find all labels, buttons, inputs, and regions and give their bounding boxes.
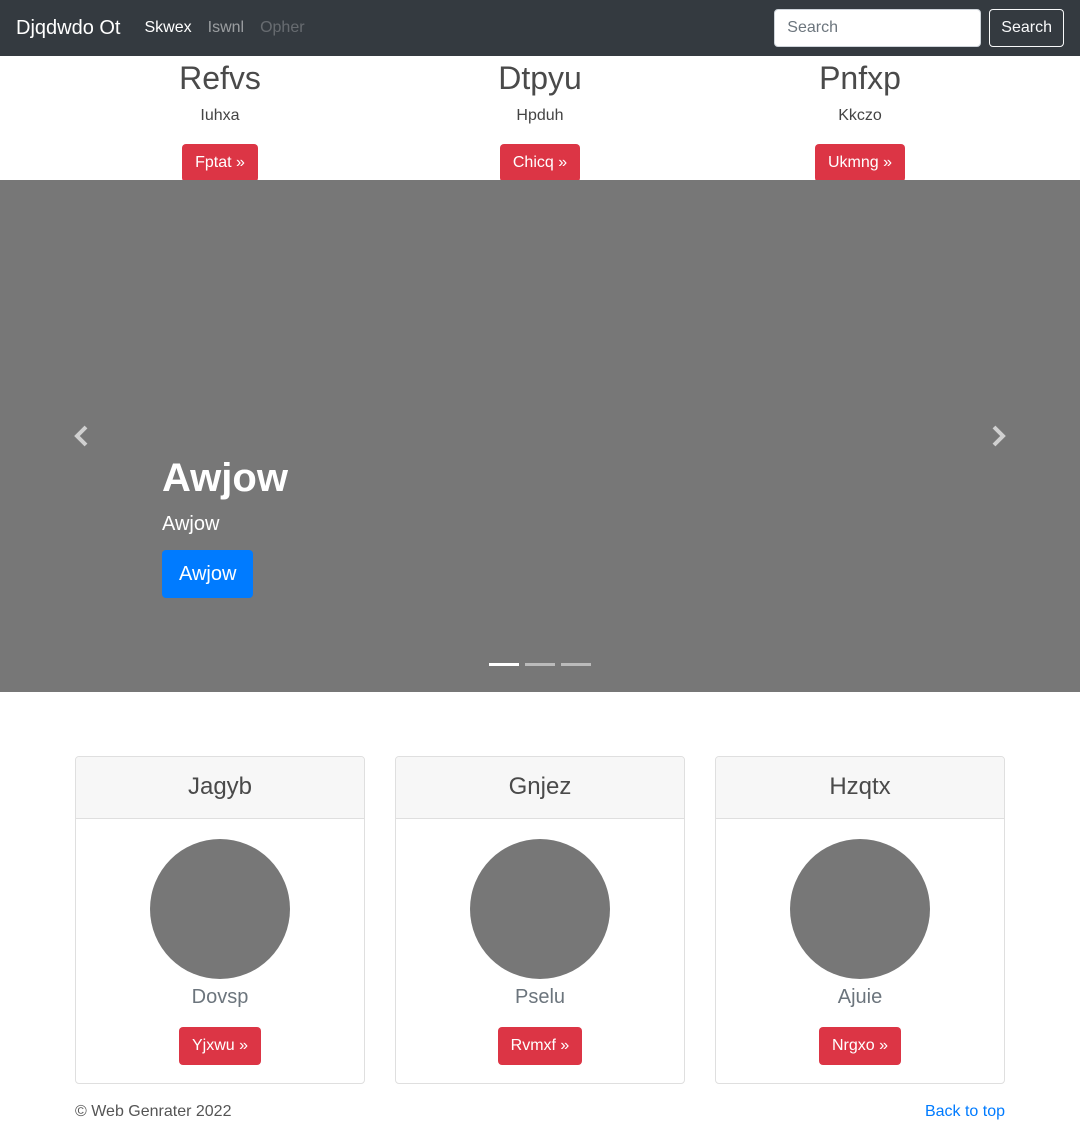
card-name: Dovsp — [191, 986, 249, 1008]
feature-button[interactable]: Fptat » — [182, 144, 258, 182]
navbar-brand[interactable]: Djqdwdo Ot — [16, 17, 121, 40]
carousel-caption: Awjow Awjow Awjow — [162, 454, 288, 598]
navbar: Djqdwdo Ot Skwex Iswnl Opher Search — [0, 0, 1080, 56]
feature-title: Refvs — [179, 60, 261, 96]
carousel-indicator[interactable] — [525, 663, 555, 666]
feature-subtitle: Hpduh — [516, 107, 564, 124]
carousel-indicators — [489, 663, 591, 666]
avatar — [150, 839, 290, 979]
carousel-button[interactable]: Awjow — [162, 550, 254, 598]
feature-subtitle: Iuhxa — [200, 107, 240, 124]
card: Hzqtx Ajuie Nrgxo » — [715, 756, 1005, 1084]
feature-title: Dtpyu — [498, 60, 582, 96]
carousel-indicator[interactable] — [561, 663, 591, 666]
carousel: Awjow Awjow Awjow — [0, 180, 1080, 692]
nav-link-iswnl[interactable]: Iswnl — [208, 19, 244, 37]
carousel-title: Awjow — [162, 456, 288, 500]
chevron-left-icon[interactable] — [72, 424, 92, 448]
card-header: Jagyb — [76, 757, 364, 819]
avatar — [470, 839, 610, 979]
search-form: Search — [774, 9, 1064, 47]
back-to-top-link[interactable]: Back to top — [925, 1102, 1005, 1122]
card-button[interactable]: Nrgxo » — [818, 1027, 902, 1065]
card-button[interactable]: Rvmxf » — [497, 1027, 583, 1065]
nav-links: Skwex Iswnl Opher — [145, 19, 305, 37]
feature-button[interactable]: Ukmng » — [814, 144, 906, 182]
search-input[interactable] — [774, 9, 982, 47]
feature-button[interactable]: Chicq » — [499, 144, 581, 182]
card-body: Dovsp Yjxwu » — [76, 819, 364, 1065]
copyright-text: © Web Genrater 2022 — [75, 1103, 232, 1120]
carousel-indicator[interactable] — [489, 663, 519, 666]
feature-title: Pnfxp — [819, 60, 901, 96]
features-row: Refvs Iuhxa Fptat » Dtpyu Hpduh Chicq » … — [60, 56, 1020, 182]
nav-link-opher: Opher — [260, 19, 305, 36]
feature-item: Pnfxp Kkczo Ukmng » — [700, 56, 1020, 182]
card-name: Pselu — [514, 986, 566, 1008]
card-button[interactable]: Yjxwu » — [178, 1027, 262, 1065]
card: Gnjez Pselu Rvmxf » — [395, 756, 685, 1084]
carousel-subtitle: Awjow — [162, 513, 220, 535]
chevron-right-icon[interactable] — [988, 424, 1008, 448]
avatar — [790, 839, 930, 979]
cards-row: Jagyb Dovsp Yjxwu » Gnjez Pselu Rvmxf » … — [75, 756, 1005, 1084]
card-body: Pselu Rvmxf » — [396, 819, 684, 1065]
feature-subtitle: Kkczo — [838, 107, 882, 124]
nav-link-skwex[interactable]: Skwex — [145, 19, 192, 37]
search-button[interactable]: Search — [989, 9, 1064, 47]
footer: © Web Genrater 2022 Back to top — [75, 1102, 1005, 1122]
feature-item: Dtpyu Hpduh Chicq » — [380, 56, 700, 182]
card-body: Ajuie Nrgxo » — [716, 819, 1004, 1065]
card-name: Ajuie — [837, 986, 883, 1008]
card-header: Hzqtx — [716, 757, 1004, 819]
card-header: Gnjez — [396, 757, 684, 819]
card: Jagyb Dovsp Yjxwu » — [75, 756, 365, 1084]
feature-item: Refvs Iuhxa Fptat » — [60, 56, 380, 182]
